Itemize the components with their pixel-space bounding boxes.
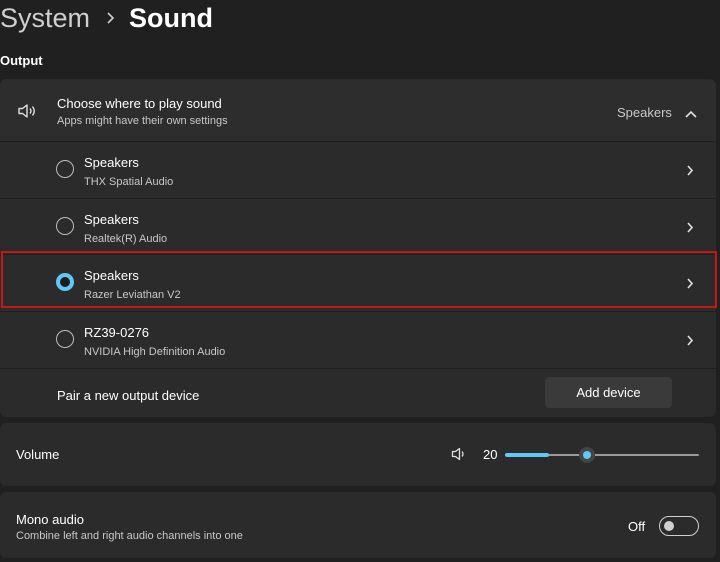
slider-fill	[505, 453, 549, 457]
device-detail: NVIDIA High Definition Audio	[84, 346, 226, 358]
slider-thumb[interactable]	[579, 447, 595, 463]
mono-audio-state: Off	[628, 519, 646, 534]
output-section-label: Output	[0, 53, 43, 68]
toggle-knob	[664, 521, 674, 531]
device-name: RZ39-0276	[84, 325, 150, 340]
device-detail: THX Spatial Audio	[84, 176, 174, 188]
device-row-realtek[interactable]: Speakers Realtek(R) Audio	[0, 199, 716, 255]
volume-card: Volume 20	[0, 423, 716, 486]
device-radio[interactable]	[56, 217, 74, 235]
mono-audio-card: Mono audio Combine left and right audio …	[0, 492, 716, 558]
mono-audio-subtitle: Combine left and right audio channels in…	[16, 530, 243, 542]
speaker-icon	[17, 103, 39, 119]
breadcrumb: System Sound	[0, 0, 213, 36]
device-detail: Realtek(R) Audio	[84, 233, 168, 245]
divider	[0, 368, 716, 369]
device-row-thx[interactable]: Speakers THX Spatial Audio	[0, 142, 716, 198]
chevron-right-icon	[106, 11, 115, 25]
breadcrumb-system-link[interactable]: System	[0, 3, 90, 34]
chevron-right-icon[interactable]	[686, 221, 694, 234]
output-subtitle: Apps might have their own settings	[57, 115, 228, 127]
page-title: Sound	[129, 2, 214, 33]
device-radio-selected[interactable]	[56, 273, 74, 291]
volume-value: 20	[483, 447, 498, 462]
device-name: Speakers	[84, 212, 139, 227]
mono-audio-title: Mono audio	[16, 512, 84, 527]
device-radio[interactable]	[56, 160, 74, 178]
chevron-up-icon[interactable]	[684, 106, 698, 118]
chevron-right-icon[interactable]	[686, 277, 694, 290]
device-row-razer[interactable]: Speakers Razer Leviathan V2	[0, 255, 716, 311]
output-header[interactable]: Choose where to play sound Apps might ha…	[0, 79, 716, 141]
volume-label: Volume	[16, 447, 60, 462]
speaker-icon[interactable]	[451, 447, 467, 461]
device-radio[interactable]	[56, 330, 74, 348]
add-device-button[interactable]: Add device	[545, 377, 672, 408]
device-name: Speakers	[84, 268, 139, 283]
chevron-right-icon[interactable]	[686, 164, 694, 177]
output-card: Choose where to play sound Apps might ha…	[0, 79, 716, 417]
device-detail: Razer Leviathan V2	[84, 289, 181, 301]
pair-device-label: Pair a new output device	[57, 388, 200, 403]
mono-audio-toggle[interactable]	[659, 516, 699, 536]
output-selected-value: Speakers	[617, 105, 672, 120]
device-row-nvidia[interactable]: RZ39-0276 NVIDIA High Definition Audio	[0, 312, 716, 368]
device-name: Speakers	[84, 155, 139, 170]
chevron-right-icon[interactable]	[686, 334, 694, 347]
volume-slider[interactable]	[505, 447, 699, 463]
output-title: Choose where to play sound	[57, 96, 222, 111]
